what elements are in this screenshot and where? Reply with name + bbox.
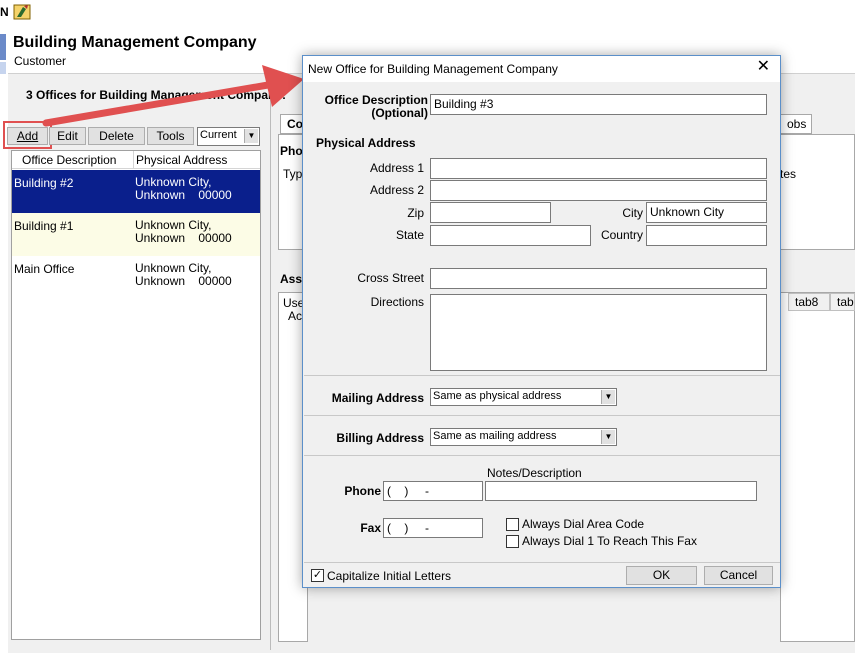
office-address: Unknown City, Unknown 00000 (135, 175, 232, 202)
zip-label: Zip (407, 206, 424, 220)
new-office-dialog: New Office for Building Management Compa… (302, 55, 781, 588)
divider (304, 375, 780, 376)
filter-select[interactable]: Current ▼ (197, 127, 260, 146)
close-icon[interactable]: ✕ (757, 59, 770, 75)
address1-input[interactable] (430, 158, 767, 179)
address2-label: Address 2 (369, 183, 424, 197)
notes-fragment: tes (780, 167, 797, 181)
dialog-title: New Office for Building Management Compa… (308, 62, 558, 76)
office-list: Office Description Physical Address Buil… (11, 150, 261, 640)
edge-highlight (0, 62, 6, 74)
tab-jobs[interactable]: obs (780, 114, 812, 134)
splitter[interactable] (270, 80, 271, 650)
title-bar (0, 0, 855, 26)
delete-button[interactable]: Delete (88, 127, 145, 145)
ok-button[interactable]: OK (626, 566, 697, 585)
capitalize-label: Capitalize Initial Letters (327, 569, 452, 583)
list-item[interactable]: Building #1 Unknown City, Unknown 00000 (12, 213, 260, 256)
office-description: Building #2 (14, 176, 74, 190)
company-name: Building Management Company (13, 34, 257, 51)
city-input[interactable]: Unknown City (646, 202, 767, 223)
directions-textarea[interactable] (430, 294, 767, 371)
address1-label: Address 1 (369, 161, 424, 175)
directions-label: Directions (370, 295, 424, 309)
always-dial-1-label: Always Dial 1 To Reach This Fax (522, 534, 697, 548)
fax-label: Fax (360, 521, 381, 535)
office-address: Unknown City, Unknown 00000 (135, 261, 232, 288)
divider (304, 562, 780, 563)
address2-input[interactable] (430, 180, 767, 201)
chevron-down-icon: ▼ (244, 129, 258, 143)
state-input[interactable] (430, 225, 591, 246)
chevron-down-icon: ▼ (601, 390, 615, 404)
state-label: State (395, 228, 424, 242)
notes-description-label: Notes/Description (487, 466, 582, 480)
billing-address-select[interactable]: Same as mailing address ▼ (430, 428, 617, 446)
always-dial-area-code-checkbox[interactable] (506, 518, 519, 531)
tools-button[interactable]: Tools (147, 127, 194, 145)
company-type: Customer (14, 54, 67, 68)
type-label: Typ (283, 167, 303, 181)
cancel-button[interactable]: Cancel (704, 566, 773, 585)
notes-panel (780, 134, 855, 250)
office-description: Building #1 (14, 219, 74, 233)
always-dial-area-code-label: Always Dial Area Code (522, 517, 645, 531)
phone-label: Phone (344, 484, 381, 498)
capitalize-checkbox[interactable]: ✓ (311, 569, 324, 582)
mailing-address-select[interactable]: Same as physical address ▼ (430, 388, 617, 406)
mailing-address-label: Mailing Address (331, 391, 424, 405)
edge-highlight (0, 34, 6, 60)
city-label: City (622, 206, 643, 220)
tab8[interactable]: tab8 (788, 293, 830, 311)
office-address: Unknown City, Unknown 00000 (135, 218, 232, 245)
chevron-down-icon: ▼ (601, 430, 615, 444)
app-logo-icon (13, 4, 31, 20)
zip-input[interactable] (430, 202, 551, 223)
ac-label: Ac (288, 309, 303, 323)
office-description-input[interactable]: Building #3 (430, 94, 767, 115)
physical-address-heading: Physical Address (316, 136, 416, 150)
add-button[interactable]: Add (7, 127, 48, 145)
notes-input[interactable] (485, 481, 757, 501)
list-header: Office Description Physical Address (12, 151, 260, 169)
phones-label: Pho (280, 144, 303, 158)
divider (304, 415, 780, 416)
list-item[interactable]: Main Office Unknown City, Unknown 00000 (12, 256, 260, 299)
dialog-title-bar: New Office for Building Management Compa… (303, 56, 780, 82)
always-dial-1-checkbox[interactable] (506, 535, 519, 548)
tab9[interactable]: tab (830, 293, 855, 311)
country-label: Country (600, 228, 643, 242)
edit-button[interactable]: Edit (49, 127, 86, 145)
column-header[interactable]: Physical Address (136, 151, 227, 169)
window-edge: N (0, 0, 9, 653)
fax-input[interactable]: ( ) - (383, 518, 483, 538)
office-description-label: Office Description (Optional) (324, 93, 428, 120)
edge-glyph: N (0, 5, 9, 19)
offices-heading: 3 Offices for Building Management Compan… (26, 88, 287, 102)
cross-street-label: Cross Street (357, 271, 424, 285)
cross-street-input[interactable] (430, 268, 767, 289)
jobs-panel (780, 292, 855, 642)
divider (304, 455, 780, 456)
phone-input[interactable]: ( ) - (383, 481, 483, 501)
office-description: Main Office (14, 262, 75, 276)
column-header[interactable]: Office Description (12, 151, 134, 169)
country-input[interactable] (646, 225, 767, 246)
list-item[interactable]: Building #2 Unknown City, Unknown 00000 (12, 170, 260, 213)
associations-label: Ass (280, 272, 303, 286)
billing-address-label: Billing Address (336, 431, 424, 445)
